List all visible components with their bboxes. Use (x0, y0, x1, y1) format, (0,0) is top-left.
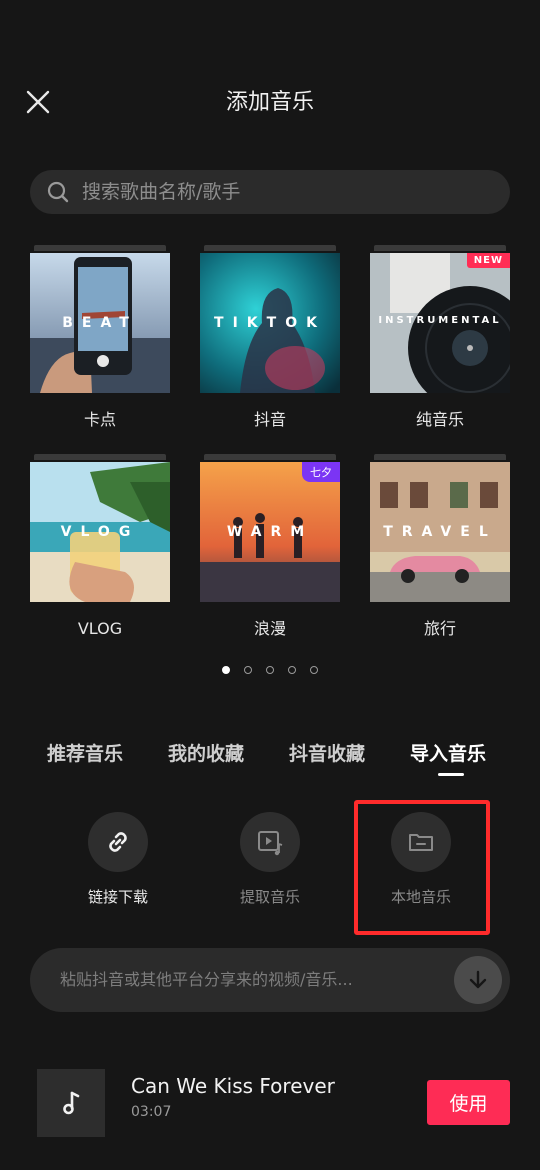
category-label: 抖音 (253, 410, 286, 429)
category-thumbnail: TRAVEL (370, 462, 510, 602)
tab-douyin-favorites[interactable]: 抖音收藏 (289, 738, 365, 770)
category-overlay-text: WARM (226, 524, 314, 540)
category-card-travel[interactable]: TRAVEL 旅行 (370, 454, 510, 638)
category-thumbnail: WARM (200, 462, 340, 602)
music-note-icon (63, 1091, 80, 1115)
qixi-badge: 七夕 (302, 462, 340, 482)
pager-dot[interactable] (244, 666, 252, 674)
category-thumbnail: TIKTOK (200, 253, 340, 393)
arrow-down-icon (469, 970, 487, 989)
search-input[interactable] (80, 171, 510, 213)
page-title: 添加音乐 (225, 90, 314, 115)
extract-music-button[interactable] (240, 812, 300, 872)
category-overlay-text: TIKTOK (214, 315, 326, 331)
category-card-instrumental[interactable]: INSTRUMENTAL NEW 纯音乐 (370, 245, 510, 429)
song-cover (37, 1069, 105, 1137)
category-thumbnail: INSTRUMENTAL (370, 253, 510, 393)
pager-dots (0, 663, 540, 679)
link-download-button[interactable] (88, 812, 148, 872)
video-music-icon (258, 831, 283, 856)
category-label: VLOG (77, 619, 123, 638)
category-label: 旅行 (423, 619, 456, 638)
pager-dot[interactable] (310, 666, 318, 674)
category-label: 纯音乐 (415, 410, 464, 429)
download-button[interactable] (454, 956, 502, 1004)
category-overlay-text: BEAT (62, 315, 138, 331)
category-card-beat[interactable]: BEAT 卡点 (30, 245, 170, 429)
category-card-tiktok[interactable]: TIKTOK 抖音 (200, 245, 340, 429)
category-label: 卡点 (83, 410, 116, 429)
song-title: Can We Kiss Forever (131, 1074, 335, 1098)
use-button[interactable]: 使用 (427, 1080, 510, 1125)
pager-dot[interactable] (288, 666, 296, 674)
link-icon (109, 832, 127, 852)
category-overlay-text: TRAVEL (383, 524, 497, 540)
option-label: 提取音乐 (239, 888, 300, 906)
tab-import-music[interactable]: 导入音乐 (410, 738, 486, 770)
search-icon (47, 181, 69, 203)
category-card-warm[interactable]: WARM 七夕 浪漫 (200, 454, 340, 638)
active-tab-indicator (438, 773, 464, 776)
pager-dot[interactable] (222, 666, 230, 674)
tab-recommended-music[interactable]: 推荐音乐 (47, 738, 123, 770)
option-label: 链接下载 (87, 888, 148, 906)
song-duration: 03:07 (131, 1104, 172, 1120)
category-card-vlog[interactable]: VLOG VLOG (30, 454, 170, 638)
extract-music-option[interactable]: 提取音乐 (205, 812, 335, 907)
highlight-box (354, 800, 490, 935)
category-overlay-text: VLOG (60, 524, 140, 540)
category-overlay-text: INSTRUMENTAL (378, 315, 502, 326)
paste-link-placeholder: 粘贴抖音或其他平台分享来的视频/音乐... (60, 970, 353, 989)
pager-dot[interactable] (266, 666, 274, 674)
search-bar[interactable] (30, 170, 510, 214)
link-download-option[interactable]: 链接下载 (53, 812, 183, 907)
new-badge: NEW (466, 253, 510, 268)
tab-my-favorites[interactable]: 我的收藏 (168, 738, 244, 770)
category-label: 浪漫 (253, 619, 286, 638)
paste-link-bar[interactable]: 粘贴抖音或其他平台分享来的视频/音乐... (30, 948, 510, 1012)
category-thumbnail: BEAT (30, 253, 170, 393)
category-thumbnail: VLOG (30, 462, 170, 602)
